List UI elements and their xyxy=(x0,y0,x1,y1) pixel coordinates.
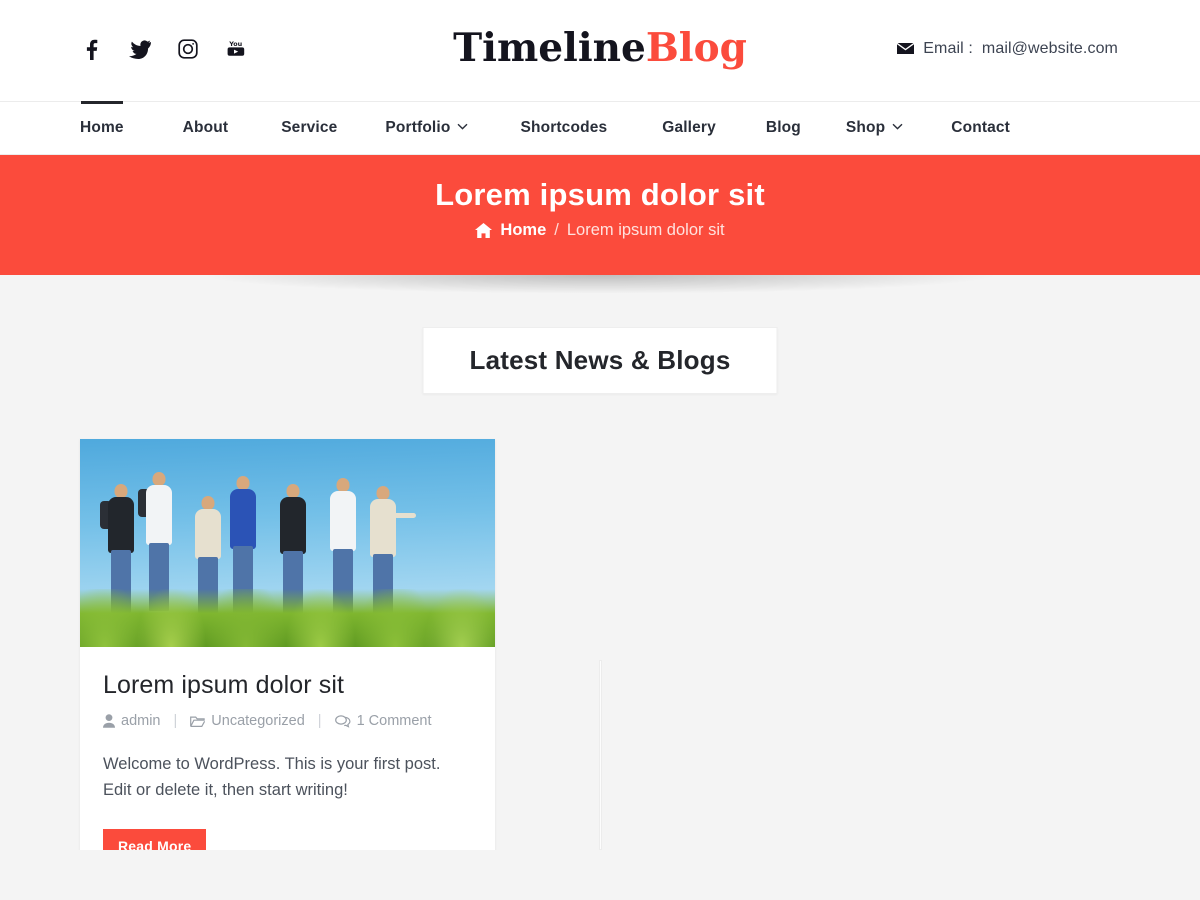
nav-item-shortcodes[interactable]: Shortcodes xyxy=(520,102,607,154)
post-thumbnail[interactable] xyxy=(80,439,495,647)
nav-item-label: Shortcodes xyxy=(520,119,608,136)
user-icon xyxy=(103,714,115,728)
comments-icon xyxy=(334,714,351,728)
meta-divider: | xyxy=(173,713,178,729)
head-shape xyxy=(236,476,250,490)
nav-item-label: Blog xyxy=(765,119,801,136)
section-heading: Latest News & Blogs xyxy=(469,345,731,375)
logo-part-one: Timeline xyxy=(453,25,646,71)
nav-item-label: Shop xyxy=(845,119,886,136)
nav-item-home[interactable]: Home xyxy=(80,102,124,154)
email-label: Email : xyxy=(923,40,973,57)
torso-shape xyxy=(280,497,306,554)
nav-item-label: Portfolio xyxy=(385,119,451,136)
chevron-down-icon xyxy=(457,121,468,133)
post-title[interactable]: Lorem ipsum dolor sit xyxy=(103,669,472,701)
torso-shape xyxy=(230,489,256,549)
nav-item-label: Home xyxy=(80,119,124,136)
nav-item-portfolio[interactable]: Portfolio xyxy=(385,102,468,154)
torso-shape xyxy=(146,485,172,546)
folder-icon xyxy=(190,715,206,728)
page-title: Lorem ipsum dolor sit xyxy=(435,177,765,212)
nav-item-contact[interactable]: Contact xyxy=(951,102,1010,154)
site-header: You TimelineBlog Email : mail@website.co… xyxy=(0,0,1200,101)
read-more-button[interactable]: Read More xyxy=(103,829,207,850)
torso-shape xyxy=(195,509,221,559)
email-value: mail@website.com xyxy=(981,40,1118,57)
timeline-spine xyxy=(599,660,602,850)
head-shape xyxy=(114,484,128,498)
breadcrumb: Home / Lorem ipsum dolor sit xyxy=(0,221,1200,240)
main-navigation: Home About Service Portfolio Shortcodes Galle… xyxy=(0,101,1200,155)
nav-item-blog[interactable]: Blog xyxy=(766,102,801,154)
post-comment-count: 1 Comment xyxy=(356,713,432,729)
nav-item-label: Gallery xyxy=(662,119,716,136)
post-body: Lorem ipsum dolor sit admin | Uncategori… xyxy=(80,647,495,850)
breadcrumb-current: Lorem ipsum dolor sit xyxy=(566,221,725,239)
head-shape xyxy=(286,484,300,498)
meta-divider: | xyxy=(317,713,322,729)
home-icon xyxy=(475,223,493,238)
nav-item-label: Contact xyxy=(951,119,1010,136)
section-heading-box: Latest News & Blogs xyxy=(422,327,778,394)
page-banner: Lorem ipsum dolor sit Home / Lorem ipsum… xyxy=(0,155,1200,301)
timeline-section: Latest News & Blogs Lorem ipsum dolor si… xyxy=(0,275,1200,850)
nav-item-gallery[interactable]: Gallery xyxy=(662,102,716,154)
logo-part-two: Blog xyxy=(645,25,747,71)
head-shape xyxy=(201,496,215,510)
post-category-name: Uncategorized xyxy=(211,713,305,729)
post-meta: admin | Uncategorized | 1 Comment xyxy=(103,713,472,729)
nav-item-shop[interactable]: Shop xyxy=(846,102,903,154)
timeline-post-card: Lorem ipsum dolor sit admin | Uncategori… xyxy=(80,439,495,850)
envelope-icon xyxy=(897,43,915,55)
nav-item-service[interactable]: Service xyxy=(281,102,337,154)
pointing-arm-shape xyxy=(394,513,416,518)
head-shape xyxy=(376,486,390,500)
thumbnail-grass xyxy=(80,589,495,647)
nav-item-label: Service xyxy=(281,119,338,136)
post-author-name: admin xyxy=(121,713,161,729)
post-excerpt: Welcome to WordPress. This is your first… xyxy=(103,755,441,799)
torso-shape xyxy=(330,491,356,552)
nav-item-about[interactable]: About xyxy=(183,102,229,154)
nav-item-label: About xyxy=(182,119,229,136)
post-author[interactable]: admin xyxy=(103,713,161,729)
torso-shape xyxy=(108,497,134,553)
post-comments[interactable]: 1 Comment xyxy=(334,713,432,729)
head-shape xyxy=(336,478,350,492)
breadcrumb-home-link[interactable]: Home xyxy=(500,221,546,240)
header-email[interactable]: Email : mail@website.com xyxy=(897,40,1118,58)
head-shape xyxy=(152,472,166,486)
breadcrumb-separator: / xyxy=(554,221,559,239)
torso-shape xyxy=(370,499,396,557)
post-category[interactable]: Uncategorized xyxy=(190,713,305,729)
chevron-down-icon xyxy=(892,121,903,133)
